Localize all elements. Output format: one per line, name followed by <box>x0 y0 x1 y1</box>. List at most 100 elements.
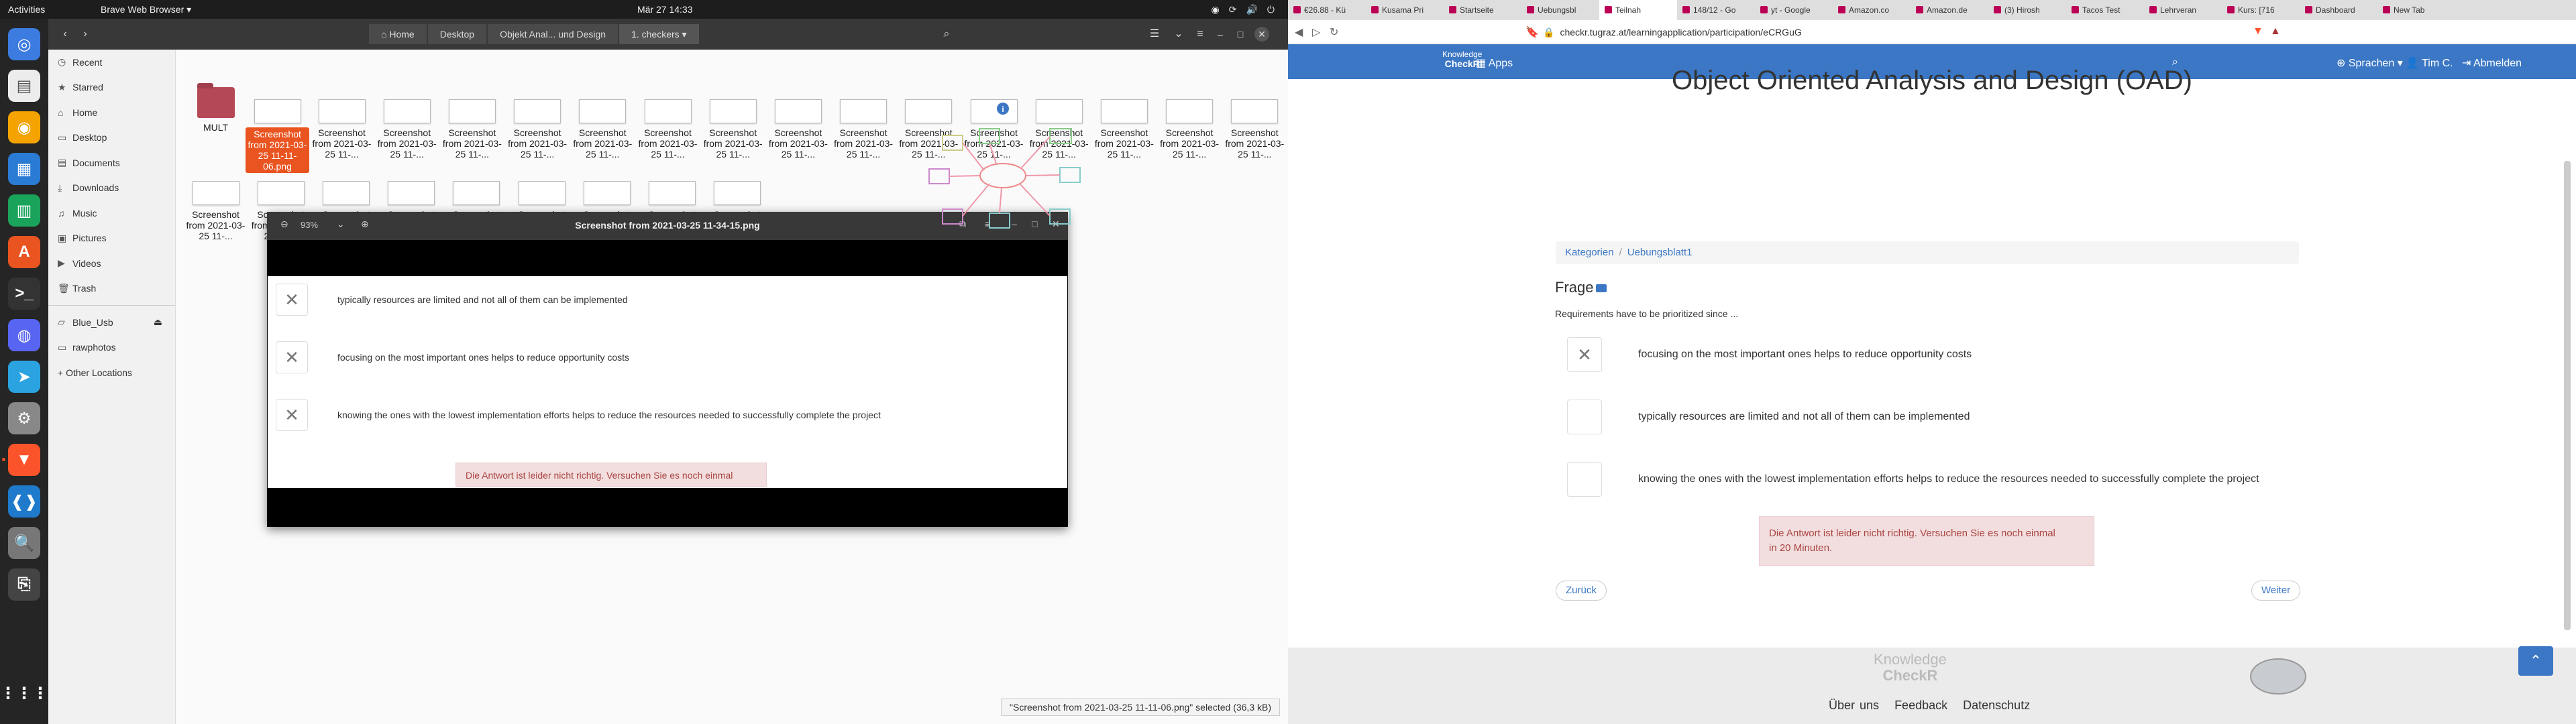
terminal-dock-icon[interactable]: >_ <box>8 278 40 310</box>
page-scrollbar[interactable] <box>2564 161 2571 630</box>
software-dock-icon[interactable]: A <box>8 236 40 268</box>
sidebar-item-music[interactable]: ♫ Music <box>48 200 175 226</box>
file-item[interactable]: Screenshot from 2021-03-25 11-... <box>310 99 374 160</box>
show-apps-icon[interactable]: ⋮⋮⋮ <box>0 677 48 709</box>
browser-tab[interactable]: yt - Google <box>1755 0 1833 20</box>
browser-tab[interactable]: New Tab <box>2377 0 2455 20</box>
browser-tab[interactable]: Dashboard <box>2300 0 2377 20</box>
sidebar-item-home[interactable]: ⌂ Home <box>48 100 175 125</box>
browser-tab[interactable]: Uebungsbl <box>1521 0 1599 20</box>
sidebar-item-desktop[interactable]: ▭ Desktop <box>48 125 175 151</box>
back-icon[interactable]: ‹ <box>55 24 75 44</box>
brave-shield-icon[interactable]: ▼ <box>2253 25 2263 38</box>
bookmark-icon[interactable]: 🔖 <box>1525 25 1539 39</box>
file-item[interactable]: Screenshot from 2021-03-25 11-... <box>184 181 248 241</box>
discord-dock-icon[interactable]: ◍ <box>8 319 40 351</box>
menu-icon[interactable]: ≡ <box>1190 24 1210 44</box>
footer-link-about[interactable]: Über uns <box>1829 699 1879 712</box>
power-icon[interactable]: ⏻ <box>1267 4 1275 15</box>
file-item[interactable]: Screenshot from 2021-03-25 11-... <box>506 99 570 160</box>
browser-tab[interactable]: Tacos Test <box>2066 0 2144 20</box>
sidebar-item-recent[interactable]: ◷ Recent <box>48 50 175 75</box>
crumb-checkers[interactable]: 1. checkers ▾ <box>619 24 699 44</box>
browser-tab[interactable]: Amazon.co <box>1833 0 1911 20</box>
brave-dock-icon[interactable]: ▼ <box>8 444 40 476</box>
forward-icon[interactable]: › <box>75 24 95 44</box>
forward-icon[interactable]: ▷ <box>1312 25 1320 39</box>
clock[interactable]: Mär 27 14:33 <box>637 4 693 15</box>
search-icon[interactable]: ⌕ <box>936 24 957 44</box>
answer-option[interactable]: knowing the ones with the lowest impleme… <box>1567 461 2259 497</box>
volume-icon[interactable]: 🔊 <box>1246 4 1257 15</box>
wrong-mark-icon[interactable]: ✕ <box>1567 337 1602 372</box>
breadcrumb-uebungsblatt[interactable]: Uebungsblatt1 <box>1627 247 1693 258</box>
crumb-desktop[interactable]: Desktop <box>427 24 487 44</box>
sidebar-item-other-locations[interactable]: + Other Locations <box>48 360 175 385</box>
sidebar-item-downloads[interactable]: ⤓ Downloads <box>48 176 175 201</box>
telegram-dock-icon[interactable]: ➤ <box>8 361 40 393</box>
url-field[interactable]: 🔒 checkr.tugraz.at/learningapplication/pa… <box>1543 24 2214 40</box>
browser-tab[interactable]: €26.88 - Kü <box>1288 0 1366 20</box>
footer-link-feedback[interactable]: Feedback <box>1894 699 1947 712</box>
footer-link-privacy[interactable]: Datenschutz <box>1963 699 2030 712</box>
browser-tab[interactable]: Lehrveran <box>2144 0 2222 20</box>
sidebar-item-starred[interactable]: ★ Starred <box>48 75 175 101</box>
browser-tab[interactable]: (3) Hirosh <box>1988 0 2066 20</box>
view-options-icon[interactable]: ⌄ <box>1169 24 1189 44</box>
answer-checkbox[interactable] <box>1567 400 1602 434</box>
minimize-icon[interactable]: – <box>1213 27 1228 42</box>
view-list-icon[interactable]: ☰ <box>1144 24 1165 44</box>
browser-tab[interactable]: Kurs: [716 <box>2222 0 2300 20</box>
eject-icon[interactable]: ⏏ <box>154 316 162 328</box>
browser-tab[interactable]: Teilnah <box>1599 0 1677 20</box>
files-dock-icon[interactable]: ▤ <box>8 70 40 102</box>
file-item[interactable]: Screenshot from 2021-03-25 11-... <box>832 99 896 160</box>
vscode-dock-icon[interactable]: ❰❱ <box>8 485 40 518</box>
file-item[interactable]: Screenshot from 2021-03-25 11-... <box>1158 99 1222 160</box>
writer-dock-icon[interactable]: ▦ <box>8 153 40 185</box>
next-button[interactable]: Weiter <box>2251 581 2301 601</box>
crumb-oad[interactable]: Objekt Anal... und Design <box>488 24 619 44</box>
sidebar-item-rawphotos[interactable]: ▭ rawphotos <box>48 335 175 361</box>
browser-dock-icon[interactable]: ◎ <box>8 28 40 60</box>
activities-button[interactable]: Activities <box>8 4 45 15</box>
system-tray[interactable]: ◉ ⟳ 🔊 ⏻ <box>1212 4 1275 15</box>
browser-tab[interactable]: Amazon.de <box>1911 0 1988 20</box>
back-button[interactable]: Zurück <box>1556 581 1607 601</box>
update-icon[interactable]: ⟳ <box>1229 4 1237 15</box>
file-item[interactable]: Screenshot from 2021-03-25 11-... <box>1223 99 1287 160</box>
answer-option[interactable]: ✕ focusing on the most important ones he… <box>1567 337 1972 373</box>
file-item[interactable]: Screenshot from 2021-03-25 11-... <box>636 99 700 160</box>
folder-item[interactable]: MULT <box>184 83 248 133</box>
sidebar-item-videos[interactable]: ▶ Videos <box>48 251 175 276</box>
image-viewer-dock-icon[interactable]: 🔍 <box>8 527 40 559</box>
file-item[interactable]: Screenshot from 2021-03-25 11-... <box>766 99 830 160</box>
crumb-home[interactable]: ⌂ Home <box>369 24 427 44</box>
rhythmbox-dock-icon[interactable]: ◉ <box>8 111 40 143</box>
reload-icon[interactable]: ↻ <box>1330 25 1338 39</box>
breadcrumb-kategorien[interactable]: Kategorien <box>1565 247 1614 258</box>
comment-icon[interactable] <box>1596 284 1607 292</box>
sidebar-item-blue-usb[interactable]: ▱ Blue_Usb ⏏ <box>48 310 175 335</box>
usb-dock-icon[interactable]: ⎘ <box>8 568 40 601</box>
file-item[interactable]: Screenshot from 2021-03-25 11-... <box>440 99 504 160</box>
browser-tab[interactable]: 148/12 - Go <box>1677 0 1755 20</box>
answer-option[interactable]: typically resources are limited and not … <box>1567 399 1970 435</box>
settings-dock-icon[interactable]: ⚙ <box>8 402 40 434</box>
back-icon[interactable]: ◀ <box>1295 25 1303 39</box>
browser-tab[interactable]: Startseite <box>1444 0 1521 20</box>
file-item[interactable]: Screenshot from 2021-03-25 11-... <box>701 99 765 160</box>
answer-checkbox[interactable] <box>1567 462 1602 497</box>
sidebar-item-documents[interactable]: ▤ Documents <box>48 150 175 176</box>
maximize-icon[interactable]: □ <box>1233 27 1248 42</box>
file-item[interactable]: Screenshot from 2021-03-25 11-... <box>375 99 439 160</box>
app-menu[interactable]: Brave Web Browser ▾ <box>101 4 191 15</box>
close-icon[interactable]: ✕ <box>1254 27 1269 42</box>
sidebar-item-pictures[interactable]: ▣ Pictures <box>48 226 175 251</box>
scroll-to-top-button[interactable]: ⌃ <box>2518 646 2553 676</box>
rewards-icon[interactable]: ▲ <box>2270 25 2281 38</box>
file-item[interactable]: Screenshot from 2021-03-25 11-11-06.png <box>246 99 309 173</box>
calc-dock-icon[interactable]: ▥ <box>8 194 40 227</box>
file-item[interactable]: Screenshot from 2021-03-25 11-... <box>1092 99 1156 160</box>
file-item[interactable]: Screenshot from 2021-03-25 11-... <box>571 99 635 160</box>
